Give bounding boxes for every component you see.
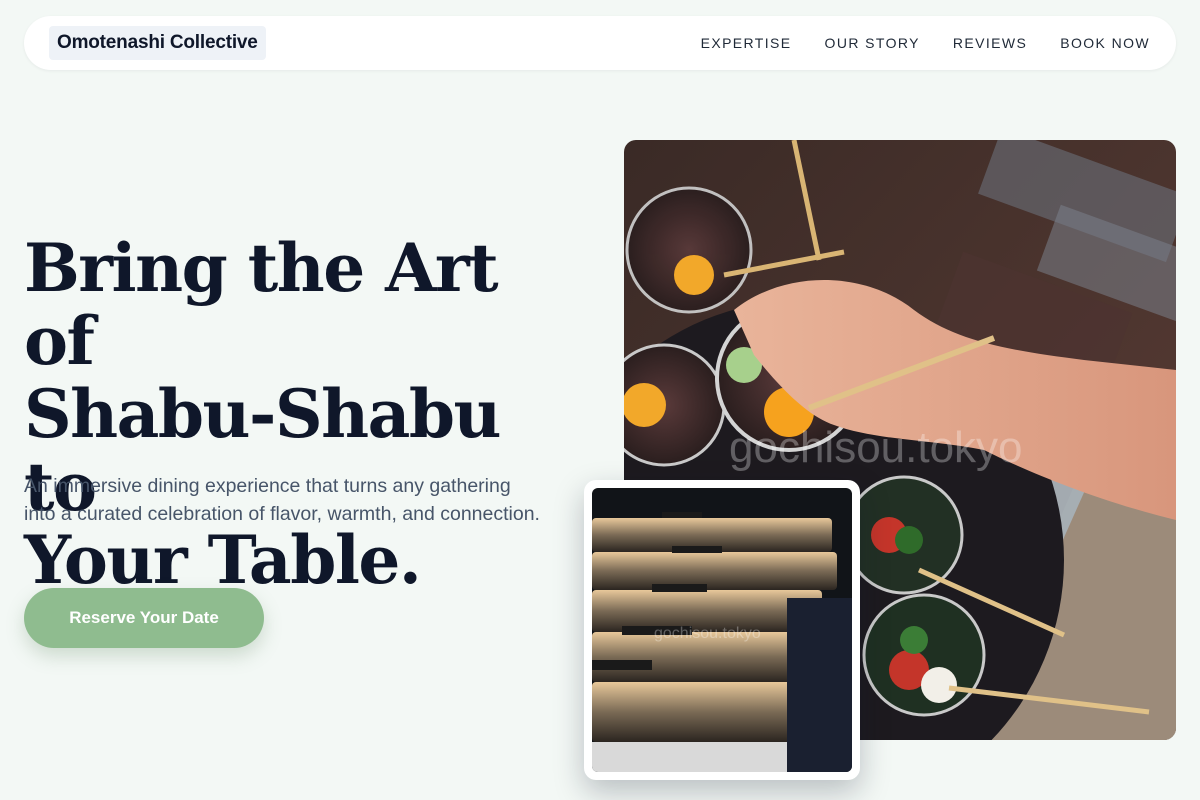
hero-headline: Bring the Art of Shabu-Shabu to Your Tab… [24,232,584,597]
nav-link-our-story[interactable]: OUR STORY [825,35,920,51]
top-nav: Omotenashi Collective EXPERTISE OUR STOR… [24,16,1176,70]
chafing-dishes-illustration: gochisou.tokyo [592,488,852,772]
nav-link-reviews[interactable]: REVIEWS [953,35,1027,51]
nav-links: EXPERTISE OUR STORY REVIEWS BOOK NOW [701,35,1150,51]
nav-link-expertise[interactable]: EXPERTISE [701,35,792,51]
reserve-date-button[interactable]: Reserve Your Date [24,588,264,648]
hero-subtext: An immersive dining experience that turn… [24,475,540,525]
brand-logo[interactable]: Omotenashi Collective [49,26,266,60]
main-photo-watermark: gochisou.tokyo [729,423,1023,472]
headline-line-1: Bring the Art of [24,229,499,380]
catering-photo-card: gochisou.tokyo [584,480,860,780]
inset-photo-watermark: gochisou.tokyo [654,625,761,642]
nav-link-book-now[interactable]: BOOK NOW [1060,35,1150,51]
catering-chafing-dishes-photo: gochisou.tokyo [592,488,852,772]
